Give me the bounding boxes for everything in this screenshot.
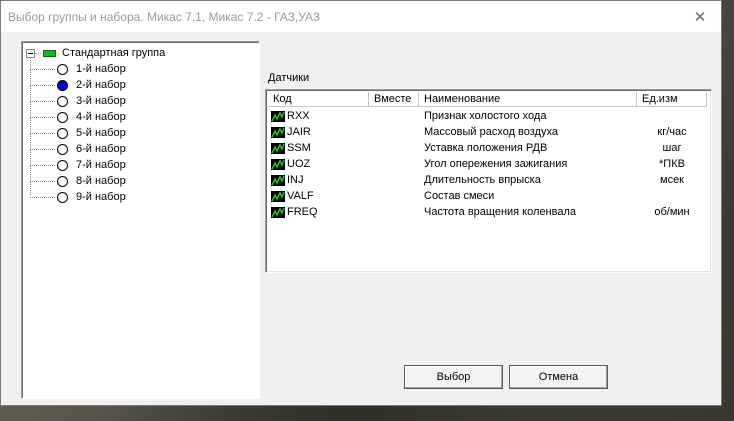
- tree-item-set-5[interactable]: 5-й набор: [30, 125, 126, 141]
- sensor-unit: кг/час: [657, 126, 687, 138]
- radio-icon[interactable]: [57, 95, 68, 107]
- tree-item-set-3[interactable]: 3-й набор: [30, 93, 126, 109]
- table-row[interactable]: VALF Состав смеси: [268, 188, 709, 204]
- tree-item-set-8[interactable]: 8-й набор: [30, 173, 126, 189]
- tree-item-label: 9-й набор: [76, 191, 126, 203]
- sensor-graph-icon: [271, 174, 285, 186]
- sensors-label: Датчики: [268, 72, 310, 84]
- radio-selected-icon[interactable]: [57, 79, 68, 91]
- close-button[interactable]: ✕: [679, 1, 721, 32]
- window-title: Выбор группы и набора. Микас 7.1, Микас …: [8, 10, 321, 24]
- tree-item-set-7[interactable]: 7-й набор: [30, 157, 126, 173]
- sensor-code: RXX: [287, 110, 310, 122]
- sensor-code: SSM: [287, 142, 311, 154]
- tree-item-label: 8-й набор: [76, 175, 126, 187]
- tree-item-label: 7-й набор: [76, 159, 126, 171]
- sensor-name: Длительность впрыска: [424, 174, 541, 186]
- tree-item-label: 2-й набор: [76, 79, 126, 91]
- table-row[interactable]: INJ Длительность впрыска мсек: [268, 172, 709, 188]
- radio-icon[interactable]: [57, 127, 68, 139]
- tree-item-set-6[interactable]: 6-й набор: [30, 141, 126, 157]
- sensor-name: Массовый расход воздуха: [424, 126, 558, 138]
- tree-item-label: 1-й набор: [76, 63, 126, 75]
- sensor-code: VALF: [287, 190, 314, 202]
- tree-root-item[interactable]: Стандартная группа: [26, 45, 165, 61]
- sensor-graph-icon: [271, 206, 285, 218]
- sensor-code: JAIR: [287, 126, 311, 138]
- sensor-code: UOZ: [287, 158, 311, 170]
- tree-item-label: 3-й набор: [76, 95, 126, 107]
- radio-icon[interactable]: [57, 143, 68, 155]
- radio-icon[interactable]: [57, 159, 68, 171]
- sensor-name: Уставка положения РДВ: [424, 142, 548, 154]
- tree-item-set-1[interactable]: 1-й набор: [30, 61, 126, 77]
- group-tree[interactable]: Стандартная группа 1-й набор 2-й набор 3-й…: [21, 41, 260, 399]
- column-header-together[interactable]: Вместе: [369, 92, 419, 107]
- sensor-code: INJ: [287, 174, 304, 186]
- sensor-unit: об/мин: [654, 206, 690, 218]
- group-icon: [43, 49, 56, 57]
- table-row[interactable]: SSM Уставка положения РДВ шаг: [268, 140, 709, 156]
- tree-item-label: 6-й набор: [76, 143, 126, 155]
- radio-icon[interactable]: [57, 191, 68, 203]
- sensor-graph-icon: [271, 158, 285, 170]
- tree-item-set-9[interactable]: 9-й набор: [30, 189, 126, 205]
- tree-item-set-4[interactable]: 4-й набор: [30, 109, 126, 125]
- column-header-code[interactable]: Код: [268, 92, 369, 107]
- tree-item-label: 4-й набор: [76, 111, 126, 123]
- sensor-graph-icon: [271, 110, 285, 122]
- sensor-name: Состав смеси: [424, 190, 495, 202]
- sensor-code: FREQ: [287, 206, 318, 218]
- sensor-unit: шаг: [662, 142, 682, 154]
- sensors-list[interactable]: Код Вместе Наименование Ед.изм RXX Призна…: [265, 89, 712, 273]
- sensor-graph-icon: [271, 126, 285, 138]
- sensor-unit: *ПКВ: [659, 158, 685, 170]
- radio-icon[interactable]: [57, 175, 68, 187]
- table-row[interactable]: JAIR Массовый расход воздуха кг/час: [268, 124, 709, 140]
- tree-root-label: Стандартная группа: [62, 47, 166, 59]
- select-button[interactable]: Выбор: [404, 365, 503, 389]
- title-bar[interactable]: Выбор группы и набора. Микас 7.1, Микас …: [1, 1, 721, 32]
- sensor-graph-icon: [271, 190, 285, 202]
- sensor-name: Частота вращения коленвала: [424, 206, 576, 218]
- radio-icon[interactable]: [57, 111, 68, 123]
- sensor-graph-icon: [271, 142, 285, 154]
- sensor-name: Признак холостого хода: [424, 110, 547, 122]
- close-icon: ✕: [693, 8, 707, 26]
- cancel-button[interactable]: Отмена: [509, 365, 608, 389]
- list-header: Код Вместе Наименование Ед.изм: [268, 92, 709, 107]
- table-row[interactable]: FREQ Частота вращения коленвала об/мин: [268, 204, 709, 220]
- column-header-name[interactable]: Наименование: [419, 92, 637, 107]
- column-header-unit[interactable]: Ед.изм: [637, 92, 707, 107]
- tree-item-set-2[interactable]: 2-й набор: [30, 77, 126, 93]
- sensor-name: Угол опережения зажигания: [424, 158, 568, 170]
- list-rows: RXX Признак холостого хода JAIR Массовый ра…: [268, 108, 709, 220]
- tree-item-label: 5-й набор: [76, 127, 126, 139]
- sensor-unit: мсек: [660, 174, 684, 186]
- radio-icon[interactable]: [57, 63, 68, 75]
- table-row[interactable]: RXX Признак холостого хода: [268, 108, 709, 124]
- table-row[interactable]: UOZ Угол опережения зажигания *ПКВ: [268, 156, 709, 172]
